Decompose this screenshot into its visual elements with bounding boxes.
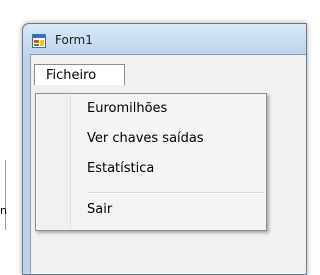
form-window-icon[interactable] [32,33,46,48]
menu-item-estatistica[interactable]: Estatística [87,161,154,176]
menu-item-ver-chaves-saidas[interactable]: Ver chaves saídas [87,131,204,146]
background-window-border [5,160,6,230]
title-bar[interactable]: Form1 [23,24,306,54]
menu-ficheiro[interactable]: Ficheiro [34,64,125,85]
menu-icon-column [37,95,71,229]
menu-item-euromilhoes[interactable]: Euromilhões [87,101,167,116]
menu-ficheiro-label: Ficheiro [46,68,97,83]
window-title: Form1 [55,33,93,47]
menu-item-sair[interactable]: Sair [87,202,112,217]
background-text-fragment: n [0,204,7,217]
background-window-edge: n [0,160,7,230]
menu-separator [87,192,264,194]
ficheiro-dropdown-menu: Euromilhões Ver chaves saídas Estatístic… [35,93,267,231]
